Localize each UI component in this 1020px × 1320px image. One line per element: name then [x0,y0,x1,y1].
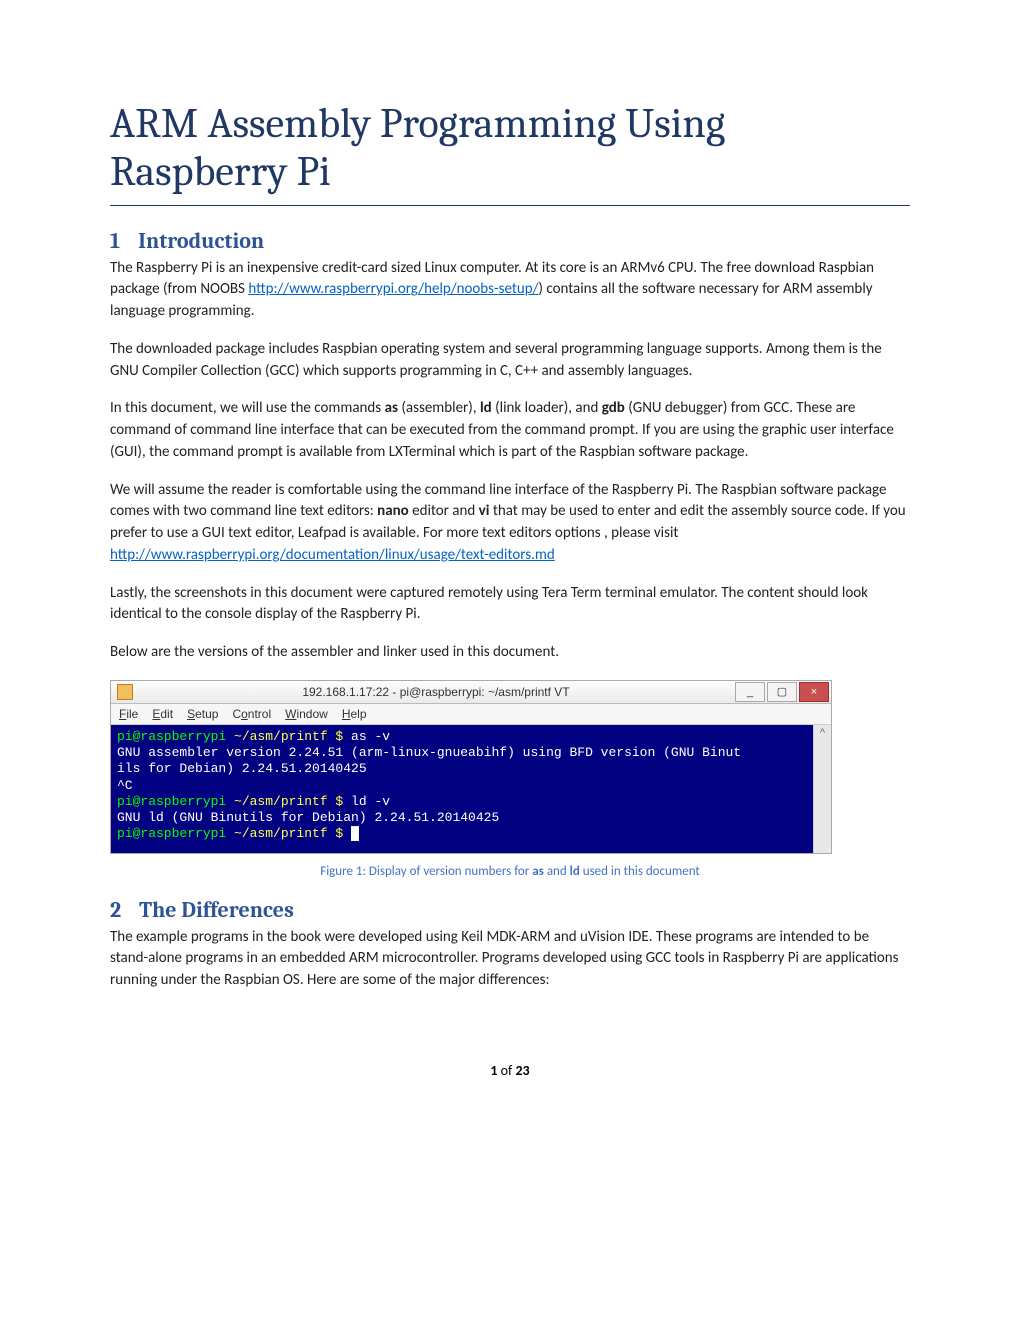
document-title: ARM Assembly Programming Using Raspberry… [110,100,910,197]
terminal-window: 192.168.1.17:22 - pi@raspberrypi: ~/asm/… [110,680,832,854]
paragraph: The Raspberry Pi is an inexpensive credi… [110,258,910,323]
cursor-icon: █ [351,826,359,841]
figure-caption: Figure 1: Display of version numbers for… [110,864,910,879]
heading-introduction: 1 Introduction [110,228,910,254]
editor-nano: nano [377,502,409,520]
editor-vi: vi [479,502,490,520]
paragraph: We will assume the reader is comfortable… [110,480,910,567]
teraterm-icon [117,684,133,700]
paragraph: The example programs in the book were de… [110,927,910,992]
heading-number: 2 [110,897,121,923]
menu-setup[interactable]: Setup [187,707,218,721]
menu-help[interactable]: Help [342,707,367,721]
page-total: 23 [515,1062,529,1079]
heading-differences: 2 The Differences [110,897,910,923]
link-text-editors[interactable]: http://www.raspberrypi.org/documentation… [110,546,555,564]
terminal-body[interactable]: pi@raspberrypi ~/asm/printf $ as -v GNU … [111,725,813,853]
document-page: ARM Assembly Programming Using Raspberry… [0,0,1020,1139]
link-noobs-setup[interactable]: http://www.raspberrypi.org/help/noobs-se… [248,280,538,298]
paragraph: Lastly, the screenshots in this document… [110,583,910,627]
menu-window[interactable]: Window [285,707,328,721]
scrollbar[interactable]: ^ [813,725,831,853]
minimize-button[interactable]: _ [735,682,765,702]
paragraph: In this document, we will use the comman… [110,398,910,463]
maximize-button[interactable]: ▢ [767,682,797,702]
heading-text: Introduction [138,228,264,254]
close-button[interactable]: × [799,682,829,702]
window-buttons: _ ▢ × [733,682,829,702]
heading-number: 1 [110,228,120,254]
page-footer: 1 of 23 [110,1062,910,1079]
terminal-menubar: File Edit Setup Control Window Help [111,704,831,725]
cmd-ld: ld [480,399,492,417]
menu-control[interactable]: Control [232,707,271,721]
scroll-up-icon[interactable]: ^ [820,727,825,739]
terminal-title: 192.168.1.17:22 - pi@raspberrypi: ~/asm/… [139,685,733,699]
cmd-gdb: gdb [602,399,625,417]
heading-text: The Differences [139,897,294,923]
paragraph: The downloaded package includes Raspbian… [110,339,910,383]
title-underline [110,205,910,206]
menu-file[interactable]: File [119,707,138,721]
paragraph: Below are the versions of the assembler … [110,642,910,664]
menu-edit[interactable]: Edit [152,707,173,721]
cmd-as: as [385,399,398,417]
terminal-titlebar: 192.168.1.17:22 - pi@raspberrypi: ~/asm/… [111,681,831,704]
